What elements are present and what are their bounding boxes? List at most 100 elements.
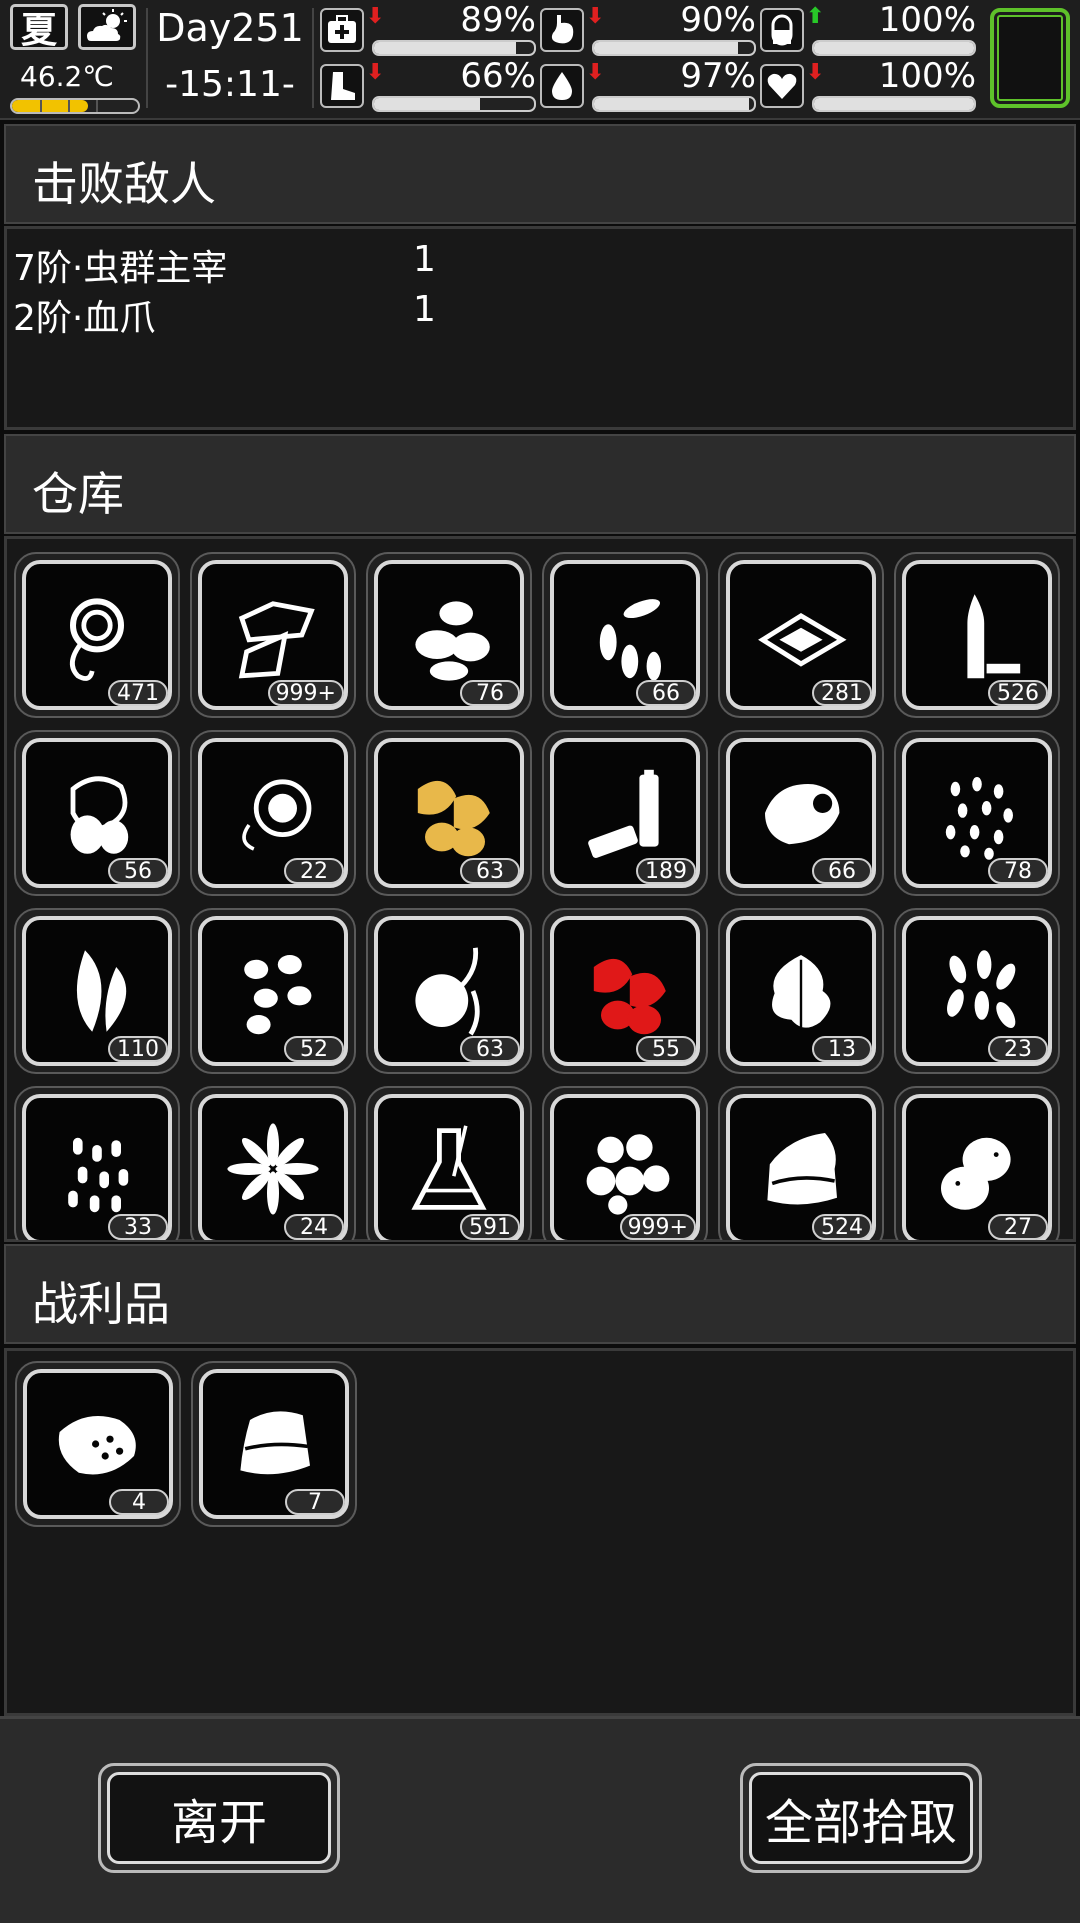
enemy-name: 7阶·虫群主宰 <box>13 248 228 289</box>
enemy-count: 1 <box>413 289 436 330</box>
item-count-badge: 7 <box>285 1489 345 1515</box>
bullet-icon <box>967 594 1021 679</box>
item-slot[interactable]: 55 <box>542 908 708 1074</box>
item-slot[interactable]: 63 <box>366 908 532 1074</box>
item-slot[interactable]: 76 <box>366 552 532 718</box>
warehouse-scroll[interactable]: 471 999+ 76 66 281 526 56 22 63 189 66 78 110 52 63 55 1… <box>4 540 1076 1240</box>
cloth-icon <box>767 1133 837 1205</box>
star-flower-icon <box>227 1123 319 1215</box>
item-slot[interactable]: 999+ <box>190 552 356 718</box>
item-count-badge: 27 <box>988 1214 1048 1240</box>
divider <box>146 8 148 108</box>
battery-icon <box>588 769 659 859</box>
item-slot[interactable]: 66 <box>542 552 708 718</box>
item-slot[interactable]: 66 <box>718 730 884 896</box>
item-count-badge: 526 <box>988 680 1048 706</box>
item-slot[interactable]: 52 <box>190 908 356 1074</box>
medkit-icon <box>320 8 364 52</box>
item-slot[interactable]: 591 <box>366 1086 532 1240</box>
loot-panel: 47 <box>4 1348 1076 1716</box>
day-counter: Day251 <box>156 6 304 50</box>
item-count-badge: 33 <box>108 1214 168 1240</box>
item-slot[interactable]: 63 <box>366 730 532 896</box>
stat-bar <box>812 40 976 56</box>
item-count-badge: 189 <box>636 858 696 884</box>
trend-arrow: ⬇ <box>586 4 605 29</box>
divider <box>312 8 314 108</box>
item-slot[interactable]: 23 <box>894 908 1060 1074</box>
warehouse-grid: 471 999+ 76 66 281 526 56 22 63 189 66 78 110 52 63 55 1… <box>14 552 1070 1240</box>
sunflower-seeds-icon <box>599 599 661 681</box>
item-slot[interactable]: 4 <box>15 1361 181 1527</box>
item-slot[interactable]: 13 <box>718 908 884 1074</box>
item-slot[interactable]: 189 <box>542 730 708 896</box>
enemies-title: 击败敌人 <box>32 157 216 211</box>
mint-leaf-icon <box>772 955 831 1028</box>
red-herb-icon <box>593 958 666 1035</box>
heart-icon <box>760 64 804 108</box>
item-slot[interactable]: 78 <box>894 730 1060 896</box>
rope-icon <box>70 598 124 681</box>
stat-water: ⬇ 97% <box>540 56 760 112</box>
fruit-slice-icon <box>242 779 312 851</box>
loot-title: 战利品 <box>32 1277 170 1331</box>
stat-percent: 89% <box>460 0 536 40</box>
enemies-list: 7阶·虫群主宰 1 2阶·血爪 1 <box>4 226 1076 430</box>
seeds-icon <box>415 601 490 681</box>
item-count-badge: 56 <box>108 858 168 884</box>
pick-all-button[interactable]: 全部拾取 <box>740 1763 982 1873</box>
item-count-badge: 66 <box>636 680 696 706</box>
stat-bar-fill <box>594 42 738 54</box>
item-count-badge: 13 <box>812 1036 872 1062</box>
warehouse-header: 仓库 <box>4 434 1076 534</box>
trend-arrow: ⬆ <box>806 4 825 29</box>
item-count-badge: 999+ <box>267 680 344 706</box>
item-slot[interactable]: 110 <box>14 908 180 1074</box>
raw-meat-icon <box>58 1416 136 1475</box>
game-clock: -15:11- <box>165 64 295 105</box>
temperature-tick <box>68 100 70 112</box>
stat-percent: 90% <box>680 0 756 40</box>
tuber-icon <box>415 947 480 1036</box>
leave-button[interactable]: 离开 <box>98 1763 340 1873</box>
item-count-badge: 63 <box>460 858 520 884</box>
item-slot[interactable]: 33 <box>14 1086 180 1240</box>
footer-bar: 离开 全部拾取 <box>0 1716 1080 1923</box>
leave-button-label: 离开 <box>107 1772 331 1864</box>
item-slot[interactable]: 999+ <box>542 1086 708 1240</box>
item-slot[interactable]: 56 <box>14 730 180 896</box>
temperature-tick <box>96 100 98 112</box>
yellow-herb-icon <box>417 780 490 857</box>
loot-header: 战利品 <box>4 1244 1076 1344</box>
item-slot[interactable]: 524 <box>718 1086 884 1240</box>
herb-nuts-icon <box>70 776 129 854</box>
item-slot[interactable]: 7 <box>191 1361 357 1527</box>
temperature-bar <box>10 98 140 114</box>
season-badge: 夏 <box>10 4 68 51</box>
item-count-badge: 52 <box>284 1036 344 1062</box>
item-slot[interactable]: 24 <box>190 1086 356 1240</box>
stomach-icon <box>540 8 584 52</box>
item-count-badge: 524 <box>812 1214 872 1240</box>
item-count-badge: 22 <box>284 858 344 884</box>
sun-cloud-icon <box>87 9 127 41</box>
trend-arrow: ⬇ <box>366 4 385 29</box>
trend-arrow: ⬇ <box>586 60 605 85</box>
equipped-item-slot[interactable] <box>990 8 1070 108</box>
item-slot[interactable]: 471 <box>14 552 180 718</box>
item-slot[interactable]: 27 <box>894 1086 1060 1240</box>
stat-bar-fill <box>374 42 517 54</box>
stat-bar <box>592 40 756 56</box>
item-slot[interactable]: 281 <box>718 552 884 718</box>
leaf-pair-icon <box>76 950 127 1032</box>
enemy-count: 1 <box>413 239 436 280</box>
stat-bar-fill <box>594 98 750 110</box>
item-count-badge: 4 <box>109 1489 169 1515</box>
item-slot[interactable]: 526 <box>894 552 1060 718</box>
rice-grain-icon <box>68 1137 129 1213</box>
stat-bar <box>812 96 976 112</box>
stat-bar-fill <box>374 98 480 110</box>
status-bar: 夏 46.2℃ Day251 -15:11- ⬇ 89% ⬇ 90% ⬆ 100… <box>0 0 1080 120</box>
item-slot[interactable]: 22 <box>190 730 356 896</box>
stat-stomach: ⬇ 90% <box>540 0 760 56</box>
